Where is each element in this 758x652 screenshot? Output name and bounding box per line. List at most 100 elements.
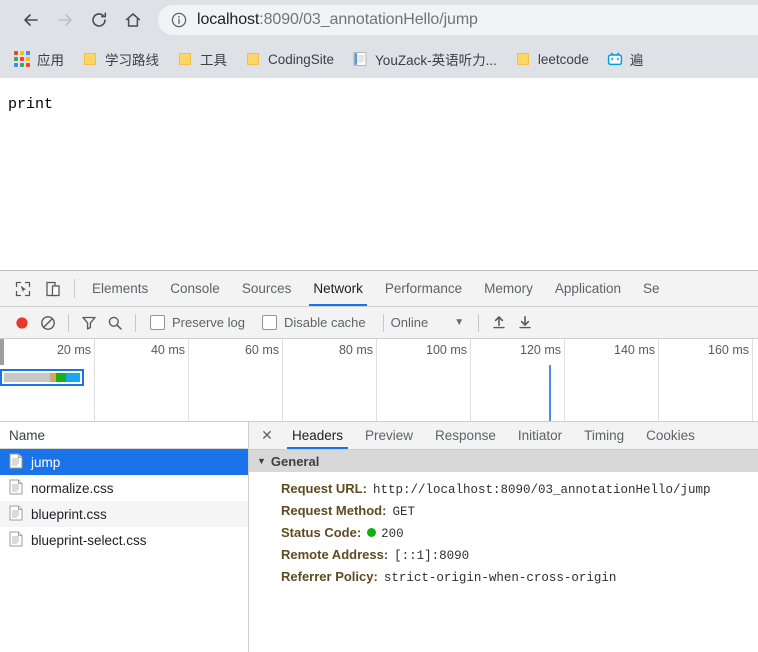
tab-label: Timing	[584, 428, 625, 443]
table-row[interactable]: normalize.css	[0, 475, 248, 501]
toolbar-divider	[74, 279, 75, 298]
network-overview[interactable]: 20 ms 40 ms 60 ms 80 ms 100 ms 120 ms 14…	[0, 339, 758, 422]
toolbar-divider	[478, 313, 480, 332]
checkbox-box[interactable]	[150, 315, 165, 330]
tab-elements[interactable]: Elements	[81, 271, 159, 306]
checkbox-label: Disable cache	[283, 315, 366, 330]
search-icon[interactable]	[102, 310, 128, 336]
document-icon	[9, 479, 23, 498]
network-body: Name jump normalize.css blueprint.css bl…	[0, 422, 758, 652]
forward-arrow-icon	[55, 10, 75, 30]
tab-network[interactable]: Network	[302, 271, 374, 306]
bookmark-label: 应用	[37, 53, 64, 68]
reload-button[interactable]	[82, 3, 116, 37]
filter-funnel-icon[interactable]	[76, 310, 102, 336]
bilibili-icon	[607, 51, 623, 67]
tick-label: 40 ms	[150, 343, 185, 357]
document-icon	[9, 453, 23, 472]
tab-performance[interactable]: Performance	[374, 271, 473, 306]
home-button[interactable]	[116, 3, 150, 37]
requests-list-panel: Name jump normalize.css blueprint.css bl…	[0, 422, 249, 652]
document-icon	[9, 505, 23, 524]
device-toolbar-icon[interactable]	[38, 271, 68, 306]
preserve-log-checkbox[interactable]: Preserve log	[143, 315, 245, 330]
general-section-header[interactable]: ▼ General	[249, 450, 758, 472]
tick-label: 140 ms	[614, 343, 655, 357]
page-icon	[352, 51, 368, 67]
tab-security[interactable]: Se	[632, 271, 671, 306]
bookmark-bilibili[interactable]: 遍	[607, 46, 652, 72]
throttling-dropdown[interactable]: Online ▼	[391, 315, 464, 330]
general-row: Request URL: http://localhost:8090/03_an…	[249, 478, 758, 500]
row-key: Status Code:	[281, 525, 362, 540]
page-viewport: print	[0, 78, 758, 271]
tab-preview[interactable]: Preview	[354, 422, 424, 449]
bookmark-folder-4[interactable]: leetcode	[515, 46, 597, 72]
tab-memory[interactable]: Memory	[473, 271, 544, 306]
overview-selection-window[interactable]	[0, 369, 84, 386]
address-bar[interactable]: localhost:8090/03_annotationHello/jump	[158, 5, 758, 35]
bookmark-folder-1[interactable]: 学习路线	[82, 46, 167, 72]
folder-icon	[177, 51, 193, 67]
chevron-down-icon[interactable]: ▼	[454, 317, 464, 328]
bookmark-folder-2[interactable]: 工具	[177, 46, 235, 72]
tab-label: Cookies	[646, 428, 695, 443]
folder-icon	[515, 51, 531, 67]
bookmark-label: 遍	[629, 53, 644, 68]
tab-application[interactable]: Application	[544, 271, 632, 306]
row-value: 200	[381, 527, 404, 541]
tick-label: 60 ms	[244, 343, 279, 357]
table-row[interactable]: blueprint-select.css	[0, 527, 248, 553]
tick-label: 160 ms	[708, 343, 749, 357]
row-key: Request Method:	[281, 503, 387, 518]
table-row[interactable]: jump	[0, 449, 248, 475]
bookmark-label: leetcode	[537, 51, 589, 67]
import-har-icon[interactable]	[486, 310, 512, 336]
tab-label: Network	[313, 281, 363, 296]
toolbar-divider	[382, 313, 384, 332]
tab-label: Application	[554, 281, 621, 296]
tab-timing[interactable]: Timing	[573, 422, 635, 449]
forward-button[interactable]	[48, 3, 82, 37]
url-host: localhost	[197, 11, 260, 28]
back-button[interactable]	[14, 3, 48, 37]
export-har-icon[interactable]	[512, 310, 538, 336]
bookmark-folder-3[interactable]: CodingSite	[245, 46, 342, 72]
document-icon	[9, 531, 23, 550]
overview-ruler: 20 ms 40 ms 60 ms 80 ms 100 ms 120 ms 14…	[0, 339, 758, 421]
tab-response[interactable]: Response	[424, 422, 507, 449]
request-name: jump	[31, 454, 61, 470]
tab-console[interactable]: Console	[159, 271, 231, 306]
bookmark-apps[interactable]: 应用	[14, 46, 72, 72]
row-key: Remote Address:	[281, 547, 389, 562]
close-icon[interactable]: ✕	[253, 422, 281, 449]
bookmark-page-1[interactable]: YouZack-英语听力...	[352, 46, 505, 72]
folder-icon	[82, 51, 98, 67]
tab-label: Performance	[384, 281, 463, 296]
devtools-tabbar: Elements Console Sources Network Perform…	[0, 271, 758, 307]
checkbox-box[interactable]	[261, 315, 277, 330]
tab-cookies[interactable]: Cookies	[635, 422, 706, 449]
tab-headers[interactable]: Headers	[281, 422, 354, 449]
triangle-down-icon[interactable]: ▼	[257, 456, 266, 466]
general-row: Status Code: 200	[249, 522, 758, 544]
devtools-panel: Elements Console Sources Network Perform…	[0, 271, 758, 652]
general-row: Request Method: GET	[249, 500, 758, 522]
apps-grid-icon	[14, 51, 30, 67]
tab-sources[interactable]: Sources	[231, 271, 303, 306]
column-header-name: Name	[9, 427, 46, 443]
tab-initiator[interactable]: Initiator	[507, 422, 573, 449]
tab-label: Initiator	[517, 428, 563, 443]
table-row[interactable]: blueprint.css	[0, 501, 248, 527]
row-key: Referrer Policy:	[281, 569, 378, 584]
inspect-element-icon[interactable]	[8, 271, 38, 306]
record-button[interactable]	[9, 310, 35, 336]
clear-icon[interactable]	[35, 310, 61, 336]
row-value: http://localhost:8090/03_annotationHello…	[372, 483, 711, 497]
tab-label: Sources	[241, 281, 292, 296]
disable-cache-checkbox[interactable]: Disable cache	[255, 315, 366, 330]
tab-label: Elements	[92, 281, 149, 296]
info-circle-icon[interactable]	[170, 11, 188, 29]
requests-column-header[interactable]: Name	[0, 422, 248, 449]
bookmark-label: 学习路线	[105, 53, 159, 68]
